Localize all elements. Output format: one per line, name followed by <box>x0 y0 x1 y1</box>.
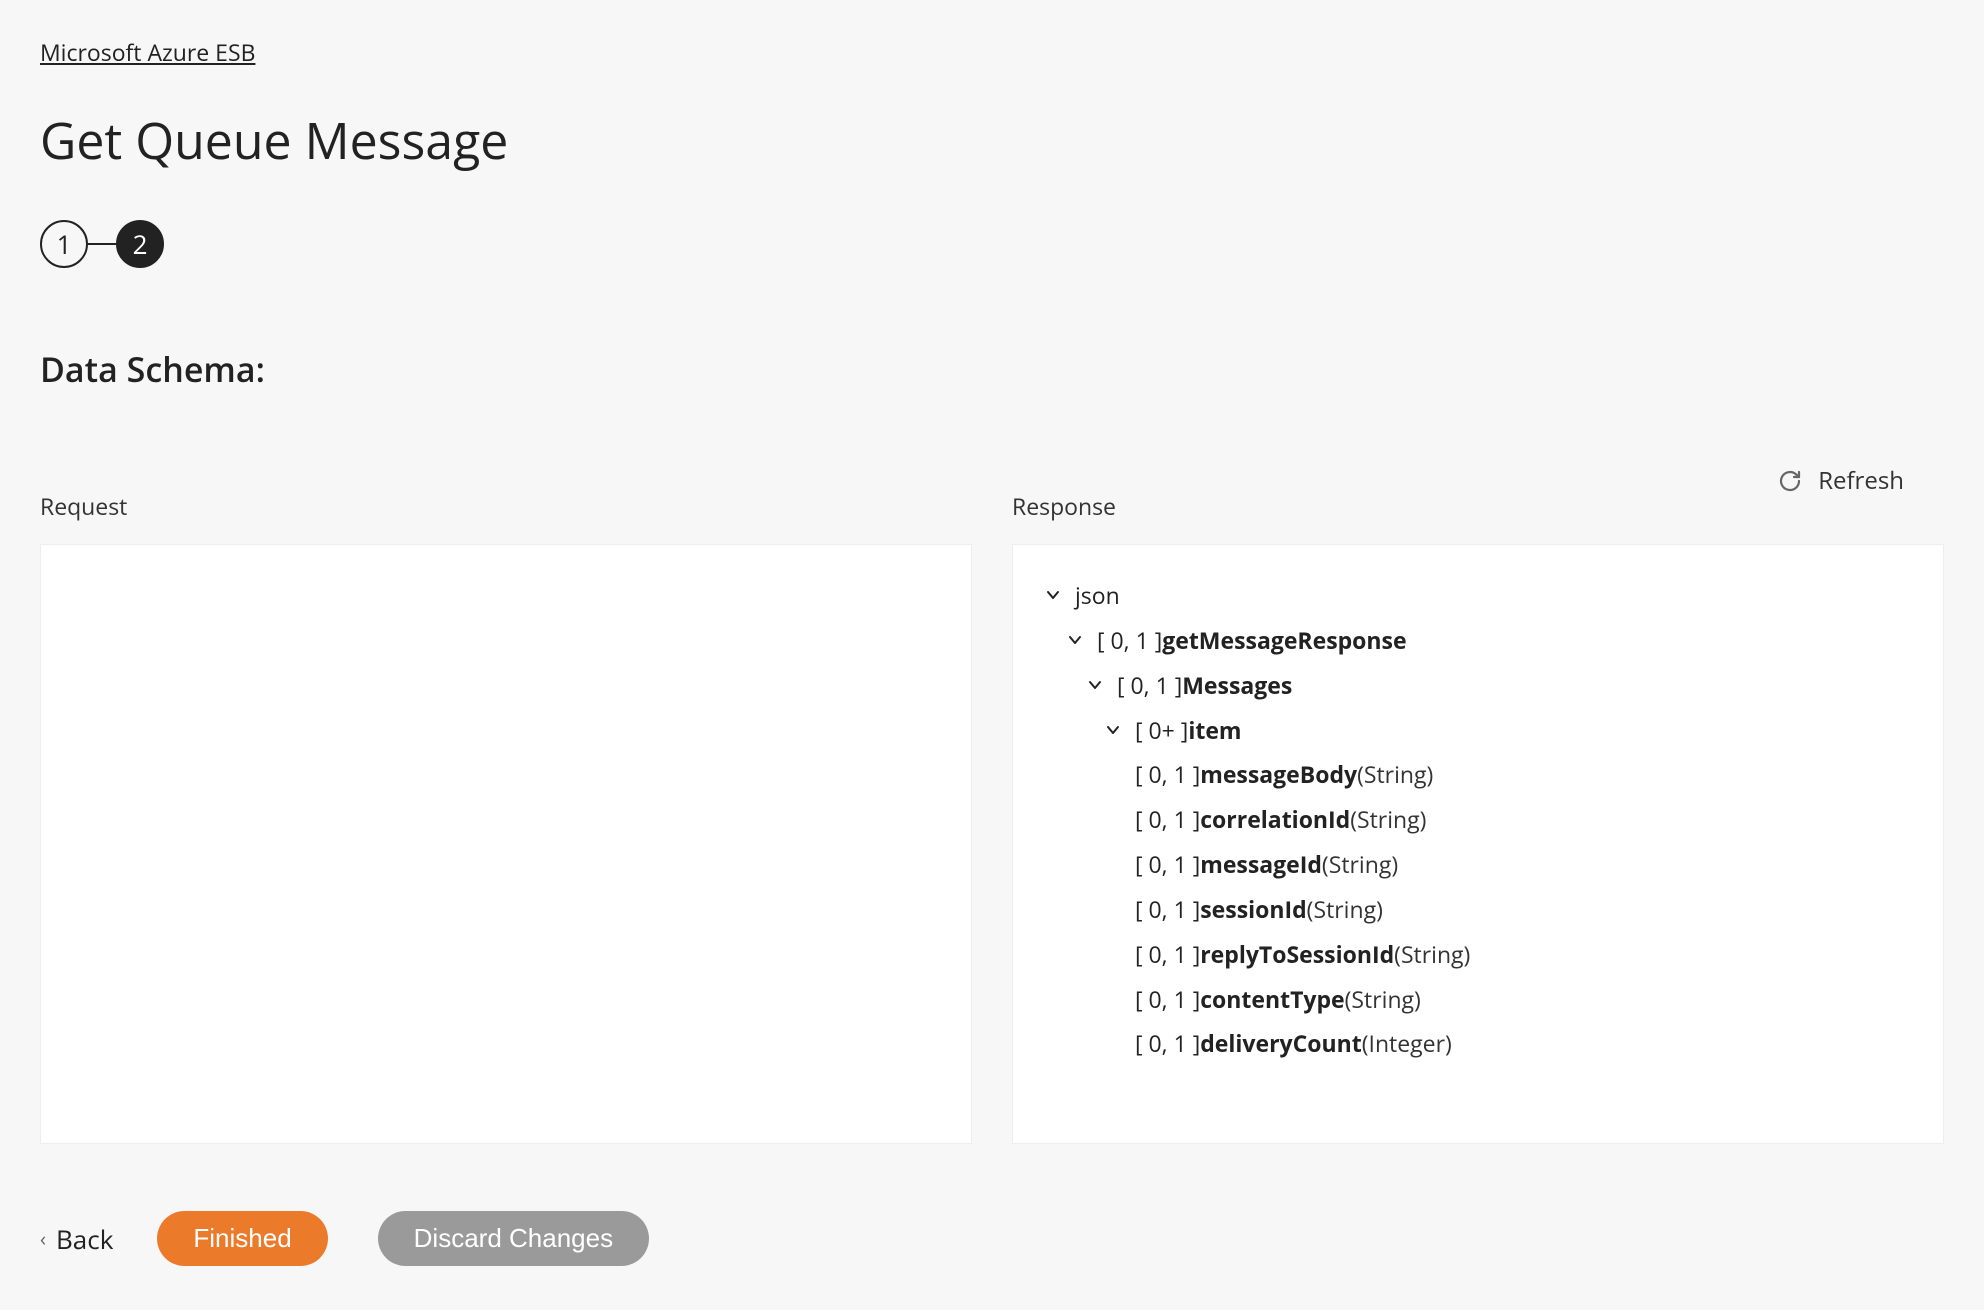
request-panel <box>40 544 972 1144</box>
tree-node-name: deliveryCount <box>1200 1021 1362 1066</box>
tree-node-name: replyToSessionId <box>1200 932 1394 977</box>
refresh-icon <box>1778 469 1802 493</box>
tree-node-name: sessionId <box>1200 887 1306 932</box>
tree-leaf[interactable]: [ 0, 1 ] messageId (String) <box>1043 842 1915 887</box>
stepper: 1 2 <box>40 220 1944 268</box>
chevron-down-icon <box>1103 722 1123 738</box>
tree-leaf[interactable]: [ 0, 1 ] messageBody (String) <box>1043 752 1915 797</box>
tree-node-messages[interactable]: [ 0, 1 ] Messages <box>1043 663 1915 708</box>
step-2[interactable]: 2 <box>116 220 164 268</box>
tree-node-type: (String) <box>1322 842 1398 887</box>
tree-node-cardinality: [ 0, 1 ] <box>1097 618 1162 663</box>
tree-leaf[interactable]: [ 0, 1 ] contentType (String) <box>1043 977 1915 1022</box>
tree-node-name: item <box>1188 708 1241 753</box>
tree-node-cardinality: [ 0, 1 ] <box>1135 752 1200 797</box>
section-heading-data-schema: Data Schema: <box>40 346 1944 392</box>
back-button[interactable]: ‹ Back <box>40 1221 125 1257</box>
tree-node-type: (Integer) <box>1362 1021 1452 1066</box>
tree-leaf[interactable]: [ 0, 1 ] correlationId (String) <box>1043 797 1915 842</box>
chevron-down-icon <box>1085 677 1105 693</box>
tree-node-cardinality: [ 0, 1 ] <box>1135 1021 1200 1066</box>
chevron-left-icon: ‹ <box>40 1225 46 1252</box>
tree-node-type: (String) <box>1357 752 1433 797</box>
tree-node-type: (String) <box>1345 977 1421 1022</box>
tree-node-item[interactable]: [ 0+ ] item <box>1043 708 1915 753</box>
tree-node-name: contentType <box>1200 977 1344 1022</box>
tree-node-name: messageId <box>1200 842 1322 887</box>
chevron-down-icon <box>1065 632 1085 648</box>
tree-node-json[interactable]: json <box>1043 573 1915 618</box>
tree-node-type: (String) <box>1307 887 1383 932</box>
request-label: Request <box>40 490 972 522</box>
tree-node-name: Messages <box>1182 663 1292 708</box>
tree-node-cardinality: [ 0, 1 ] <box>1135 977 1200 1022</box>
tree-node-label: json <box>1075 573 1120 618</box>
discard-changes-button[interactable]: Discard Changes <box>378 1211 649 1266</box>
chevron-down-icon <box>1043 587 1063 603</box>
tree-leaf[interactable]: [ 0, 1 ] sessionId (String) <box>1043 887 1915 932</box>
back-label: Back <box>56 1221 113 1257</box>
step-1[interactable]: 1 <box>40 220 88 268</box>
finished-button[interactable]: Finished <box>157 1211 327 1266</box>
breadcrumb-link[interactable]: Microsoft Azure ESB <box>40 36 255 68</box>
tree-node-cardinality: [ 0, 1 ] <box>1135 887 1200 932</box>
tree-leaf[interactable]: [ 0, 1 ] deliveryCount (Integer) <box>1043 1021 1915 1066</box>
tree-node-get-message-response[interactable]: [ 0, 1 ] getMessageResponse <box>1043 618 1915 663</box>
tree-node-cardinality: [ 0, 1 ] <box>1117 663 1182 708</box>
tree-node-name: getMessageResponse <box>1162 618 1406 663</box>
response-panel: json [ 0, 1 ] getMessageResponse [ 0, 1 … <box>1012 544 1944 1144</box>
tree-node-cardinality: [ 0, 1 ] <box>1135 842 1200 887</box>
tree-node-cardinality: [ 0, 1 ] <box>1135 932 1200 977</box>
tree-node-name: correlationId <box>1200 797 1350 842</box>
tree-leaf[interactable]: [ 0, 1 ] replyToSessionId (String) <box>1043 932 1915 977</box>
response-label: Response <box>1012 490 1944 522</box>
tree-node-cardinality: [ 0+ ] <box>1135 708 1188 753</box>
tree-node-type: (String) <box>1394 932 1470 977</box>
tree-node-type: (String) <box>1350 797 1426 842</box>
tree-node-cardinality: [ 0, 1 ] <box>1135 797 1200 842</box>
page-title: Get Queue Message <box>40 106 1944 174</box>
tree-node-name: messageBody <box>1200 752 1357 797</box>
step-connector <box>88 243 116 245</box>
